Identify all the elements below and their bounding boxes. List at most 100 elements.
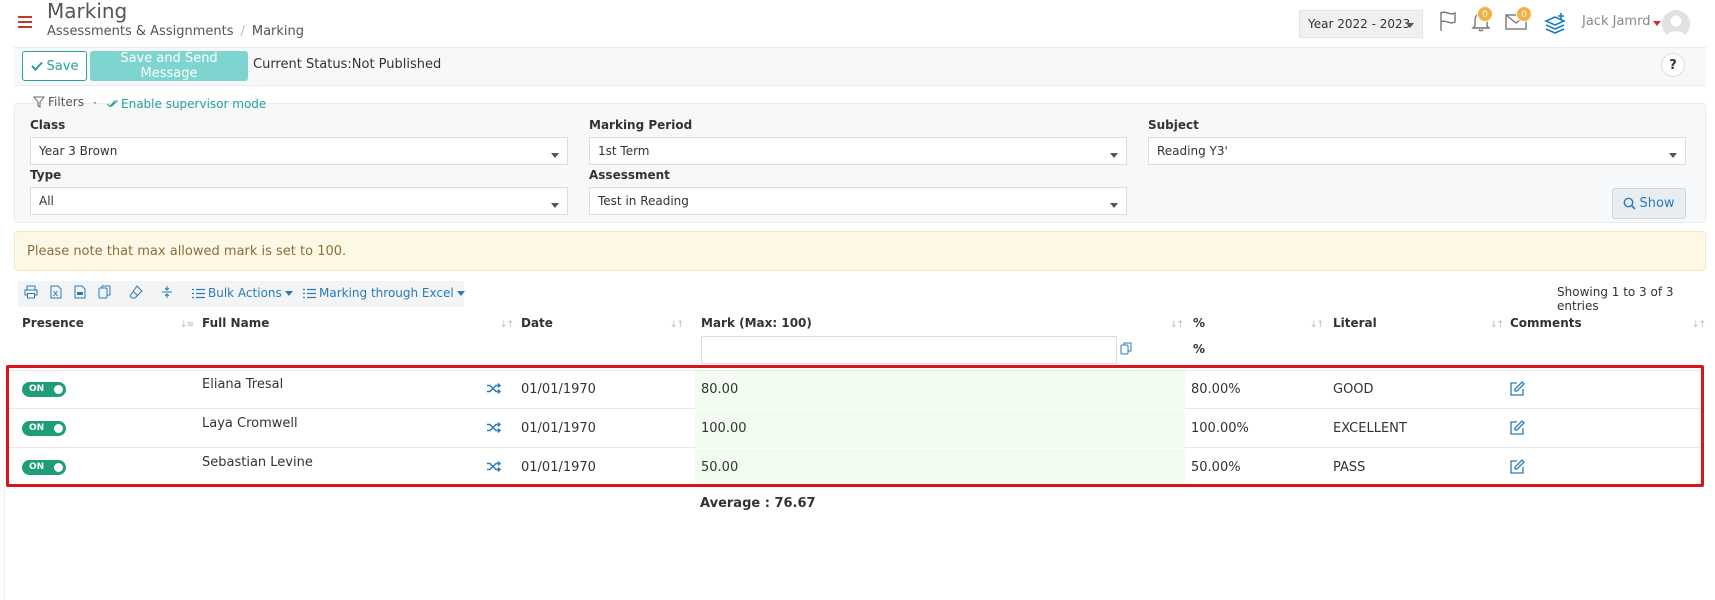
sort-icon[interactable]: ↓↑ [1490, 320, 1504, 330]
funnel-icon [33, 96, 45, 108]
publish-status: Current Status:Not Published [253, 57, 442, 72]
page-title: Marking [47, 0, 128, 23]
layers-icon[interactable] [1544, 12, 1566, 34]
copy-icon[interactable] [1120, 342, 1132, 355]
save-button-label: Save [46, 58, 79, 74]
column-header-literal[interactable]: Literal [1333, 316, 1377, 330]
column-header-comments[interactable]: Comments [1510, 316, 1582, 330]
chevron-down-icon [1110, 203, 1118, 208]
chevron-down-icon [551, 153, 559, 158]
mark-value[interactable]: 100.00 [701, 421, 747, 436]
sort-icon[interactable]: ↓≡ [180, 320, 194, 330]
messages-badge: 0 [1516, 6, 1532, 22]
notifications-badge: 0 [1477, 6, 1493, 22]
year-select[interactable]: Year 2022 - 2023 [1299, 10, 1423, 38]
breadcrumb: Assessments & Assignments / Marking [47, 24, 305, 39]
breadcrumb-item-assessments[interactable]: Assessments & Assignments [47, 24, 233, 39]
assessment-select[interactable]: Test in Reading [589, 187, 1127, 215]
percent-value: 100.00% [1191, 421, 1249, 436]
class-select[interactable]: Year 3 Brown [30, 137, 568, 165]
subject-select-value: Reading Y3' [1157, 144, 1228, 158]
presence-toggle-label: ON [29, 462, 45, 472]
mark-cell[interactable] [695, 410, 1185, 448]
presence-toggle[interactable]: ON [22, 421, 66, 436]
search-icon [1624, 197, 1637, 210]
shuffle-icon[interactable] [487, 461, 501, 472]
shuffle-icon[interactable] [487, 383, 501, 394]
chevron-down-icon [1669, 153, 1677, 158]
show-button-label: Show [1639, 196, 1675, 211]
presence-toggle[interactable]: ON [22, 382, 66, 397]
help-button[interactable]: ? [1661, 53, 1685, 77]
max-mark-notice: Please note that max allowed mark is set… [14, 231, 1706, 271]
sort-icon[interactable]: ↓↑ [500, 320, 514, 330]
check-icon [30, 61, 43, 71]
mark-cell[interactable] [695, 371, 1185, 409]
chevron-down-icon [456, 290, 465, 296]
column-header-full-name[interactable]: Full Name [202, 316, 269, 330]
date-cell: 01/01/1970 [521, 460, 596, 475]
print-icon[interactable] [24, 285, 38, 299]
marking-period-select[interactable]: 1st Term [589, 137, 1127, 165]
column-header-presence[interactable]: Presence [22, 316, 84, 330]
subject-label: Subject [1148, 118, 1199, 132]
percent-value: 80.00% [1191, 382, 1241, 397]
student-name: Sebastian Levine [202, 455, 313, 470]
list-icon [303, 288, 316, 298]
presence-toggle[interactable]: ON [22, 460, 66, 475]
sort-icon[interactable]: ↓↑ [670, 320, 684, 330]
pdf-icon[interactable] [74, 285, 86, 299]
avatar[interactable] [1662, 10, 1690, 38]
flag-icon[interactable] [1438, 10, 1458, 32]
chevron-down-icon[interactable] [1653, 21, 1661, 26]
mark-value[interactable]: 50.00 [701, 460, 738, 475]
sort-icon[interactable]: ↓↑ [1170, 320, 1184, 330]
assessment-select-value: Test in Reading [598, 194, 689, 208]
bulk-actions-button[interactable]: Bulk Actions [192, 286, 293, 300]
shuffle-icon[interactable] [487, 422, 501, 433]
filters-label: Filters [48, 95, 84, 109]
hamburger-icon[interactable] [18, 16, 32, 28]
copy-icon[interactable] [98, 285, 111, 299]
mark-cell[interactable] [695, 449, 1185, 487]
year-select-value: Year 2022 - 2023 [1308, 17, 1411, 31]
sort-icon[interactable]: ↓↑ [1692, 320, 1706, 330]
save-button[interactable]: Save [22, 51, 87, 81]
breadcrumb-item-marking: Marking [251, 24, 305, 39]
sort-icon[interactable]: ↓↑ [1310, 320, 1324, 330]
mark-value[interactable]: 80.00 [701, 382, 738, 397]
filters-toggle[interactable]: Filters [33, 95, 84, 109]
date-cell: 01/01/1970 [521, 382, 596, 397]
excel-icon[interactable] [50, 285, 62, 299]
column-header-date[interactable]: Date [521, 316, 553, 330]
edit-icon[interactable] [1510, 459, 1525, 474]
show-button[interactable]: Show [1612, 188, 1686, 219]
bulk-mark-input[interactable] [701, 336, 1117, 364]
divider [4, 487, 5, 600]
edit-icon[interactable] [1510, 420, 1525, 435]
column-header-percent[interactable]: % [1193, 316, 1205, 330]
bulk-actions-label: Bulk Actions [208, 286, 282, 300]
literal-value: PASS [1333, 460, 1366, 475]
type-select[interactable]: All [30, 187, 568, 215]
class-select-value: Year 3 Brown [39, 144, 118, 158]
presence-toggle-label: ON [29, 384, 45, 394]
excel-marking-label: Marking through Excel [319, 286, 454, 300]
marking-period-label: Marking Period [589, 118, 693, 132]
type-select-value: All [39, 194, 54, 208]
column-header-mark[interactable]: Mark (Max: 100) [701, 316, 812, 330]
save-and-send-button[interactable]: Save and Send Message [90, 51, 248, 81]
type-label: Type [30, 168, 62, 182]
date-cell: 01/01/1970 [521, 421, 596, 436]
literal-value: GOOD [1333, 382, 1374, 397]
excel-marking-button[interactable]: Marking through Excel [303, 286, 465, 300]
supervisor-mode-link[interactable]: Enable supervisor mode [107, 97, 266, 111]
chevron-down-icon [1406, 23, 1414, 28]
subject-select[interactable]: Reading Y3' [1148, 137, 1686, 165]
eraser-icon[interactable] [129, 285, 143, 299]
entries-info: Showing 1 to 3 of 3 entries [1557, 285, 1674, 313]
edit-icon[interactable] [1510, 381, 1525, 396]
user-name[interactable]: Jack Jamrd [1582, 14, 1650, 29]
compress-icon[interactable] [161, 285, 173, 299]
list-icon [192, 288, 205, 298]
